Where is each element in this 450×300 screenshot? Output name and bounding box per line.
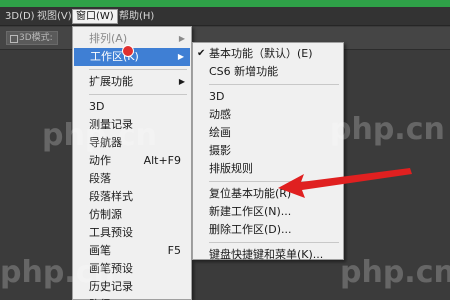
menu-item-arrange[interactable]: 排列(A) ▶ [73,30,191,48]
submenu-arrow-icon: ▶ [178,77,185,86]
window-top-accent [0,0,450,7]
menu-separator [89,69,187,70]
3d-mode-button[interactable]: 3D模式: [6,31,58,45]
menu-separator [209,84,339,85]
cursor-icon [122,45,134,57]
submenu-arrow-icon: ▶ [177,52,184,61]
check-icon: ✔ [197,48,206,59]
menu-item-arrange-label: 排列(A) [89,32,128,45]
watermark-text: php.cn [340,255,450,290]
menu-item-panel[interactable]: 动作 Alt+F9 [73,152,191,170]
menu-item-label: 3D [209,90,225,103]
menu-item-essentials-label: 基本功能（默认）(E) [209,47,313,60]
annotation-arrow-shape [278,168,412,198]
menu-item-label: 动作 [89,154,111,167]
menu-item-label: 动感 [209,108,231,121]
menu-item-panel[interactable]: 路径 [73,296,191,300]
menu-item-cs6-new[interactable]: CS6 新增功能 [193,63,343,81]
menu-item-panel[interactable]: 段落 [73,170,191,188]
menu-item-ws-3d[interactable]: 3D [193,88,343,106]
menu-item-shortcut: F5 [167,244,181,257]
menu-window[interactable]: 窗口(W) [72,9,118,24]
menu-item-label: 段落样式 [89,190,133,203]
menu-item-label: 段落 [89,172,111,185]
menu-item-ws-motion[interactable]: 动感 [193,106,343,124]
menu-bar: 3D(D) 视图(V) 窗口(W) 帮助(H) [0,7,450,26]
menu-item-label: 摄影 [209,144,231,157]
menu-item-label: 键盘快捷键和菜单(K)... [209,248,324,261]
menu-separator [89,94,187,95]
menu-item-label: 删除工作区(D)... [209,223,292,236]
menu-item-extensions[interactable]: 扩展功能 ▶ [73,73,191,91]
menu-item-label: 仿制源 [89,208,122,221]
menu-item-essentials[interactable]: ✔ 基本功能（默认）(E) [193,45,343,63]
menu-item-keyboard-shortcuts[interactable]: 键盘快捷键和菜单(K)... [193,246,343,264]
watermark-text: php.cn [330,112,445,147]
menu-3d[interactable]: 3D(D) [2,9,38,24]
menu-separator [209,242,339,243]
submenu-arrow-icon: ▶ [178,34,185,43]
watermark-text: php.cn [42,118,157,153]
menu-help[interactable]: 帮助(H) [116,9,157,24]
menu-item-label: 绘画 [209,126,231,139]
menu-item-label: 工具预设 [89,226,133,239]
menu-item-shortcut: Alt+F9 [143,154,181,167]
menu-item-panel[interactable]: 工具预设 [73,224,191,242]
menu-item-label: 3D [89,100,105,113]
menu-item-label: 排版规则 [209,162,253,175]
menu-item-cs6-new-label: CS6 新增功能 [209,65,279,78]
menu-item-panel[interactable]: 段落样式 [73,188,191,206]
menu-item-panel[interactable]: 3D [73,98,191,116]
menu-item-delete-workspace[interactable]: 删除工作区(D)... [193,221,343,239]
menu-item-extensions-label: 扩展功能 [89,75,133,88]
workspace-submenu: ✔ 基本功能（默认）(E) CS6 新增功能 3D 动感 绘画 摄影 排版规则 … [192,42,344,261]
menu-item-ws-painting[interactable]: 绘画 [193,124,343,142]
watermark-text: php.cn [0,255,115,290]
menu-item-ws-photography[interactable]: 摄影 [193,142,343,160]
menu-item-panel[interactable]: 仿制源 [73,206,191,224]
menu-view[interactable]: 视图(V) [34,9,75,24]
annotation-arrow [278,168,412,198]
